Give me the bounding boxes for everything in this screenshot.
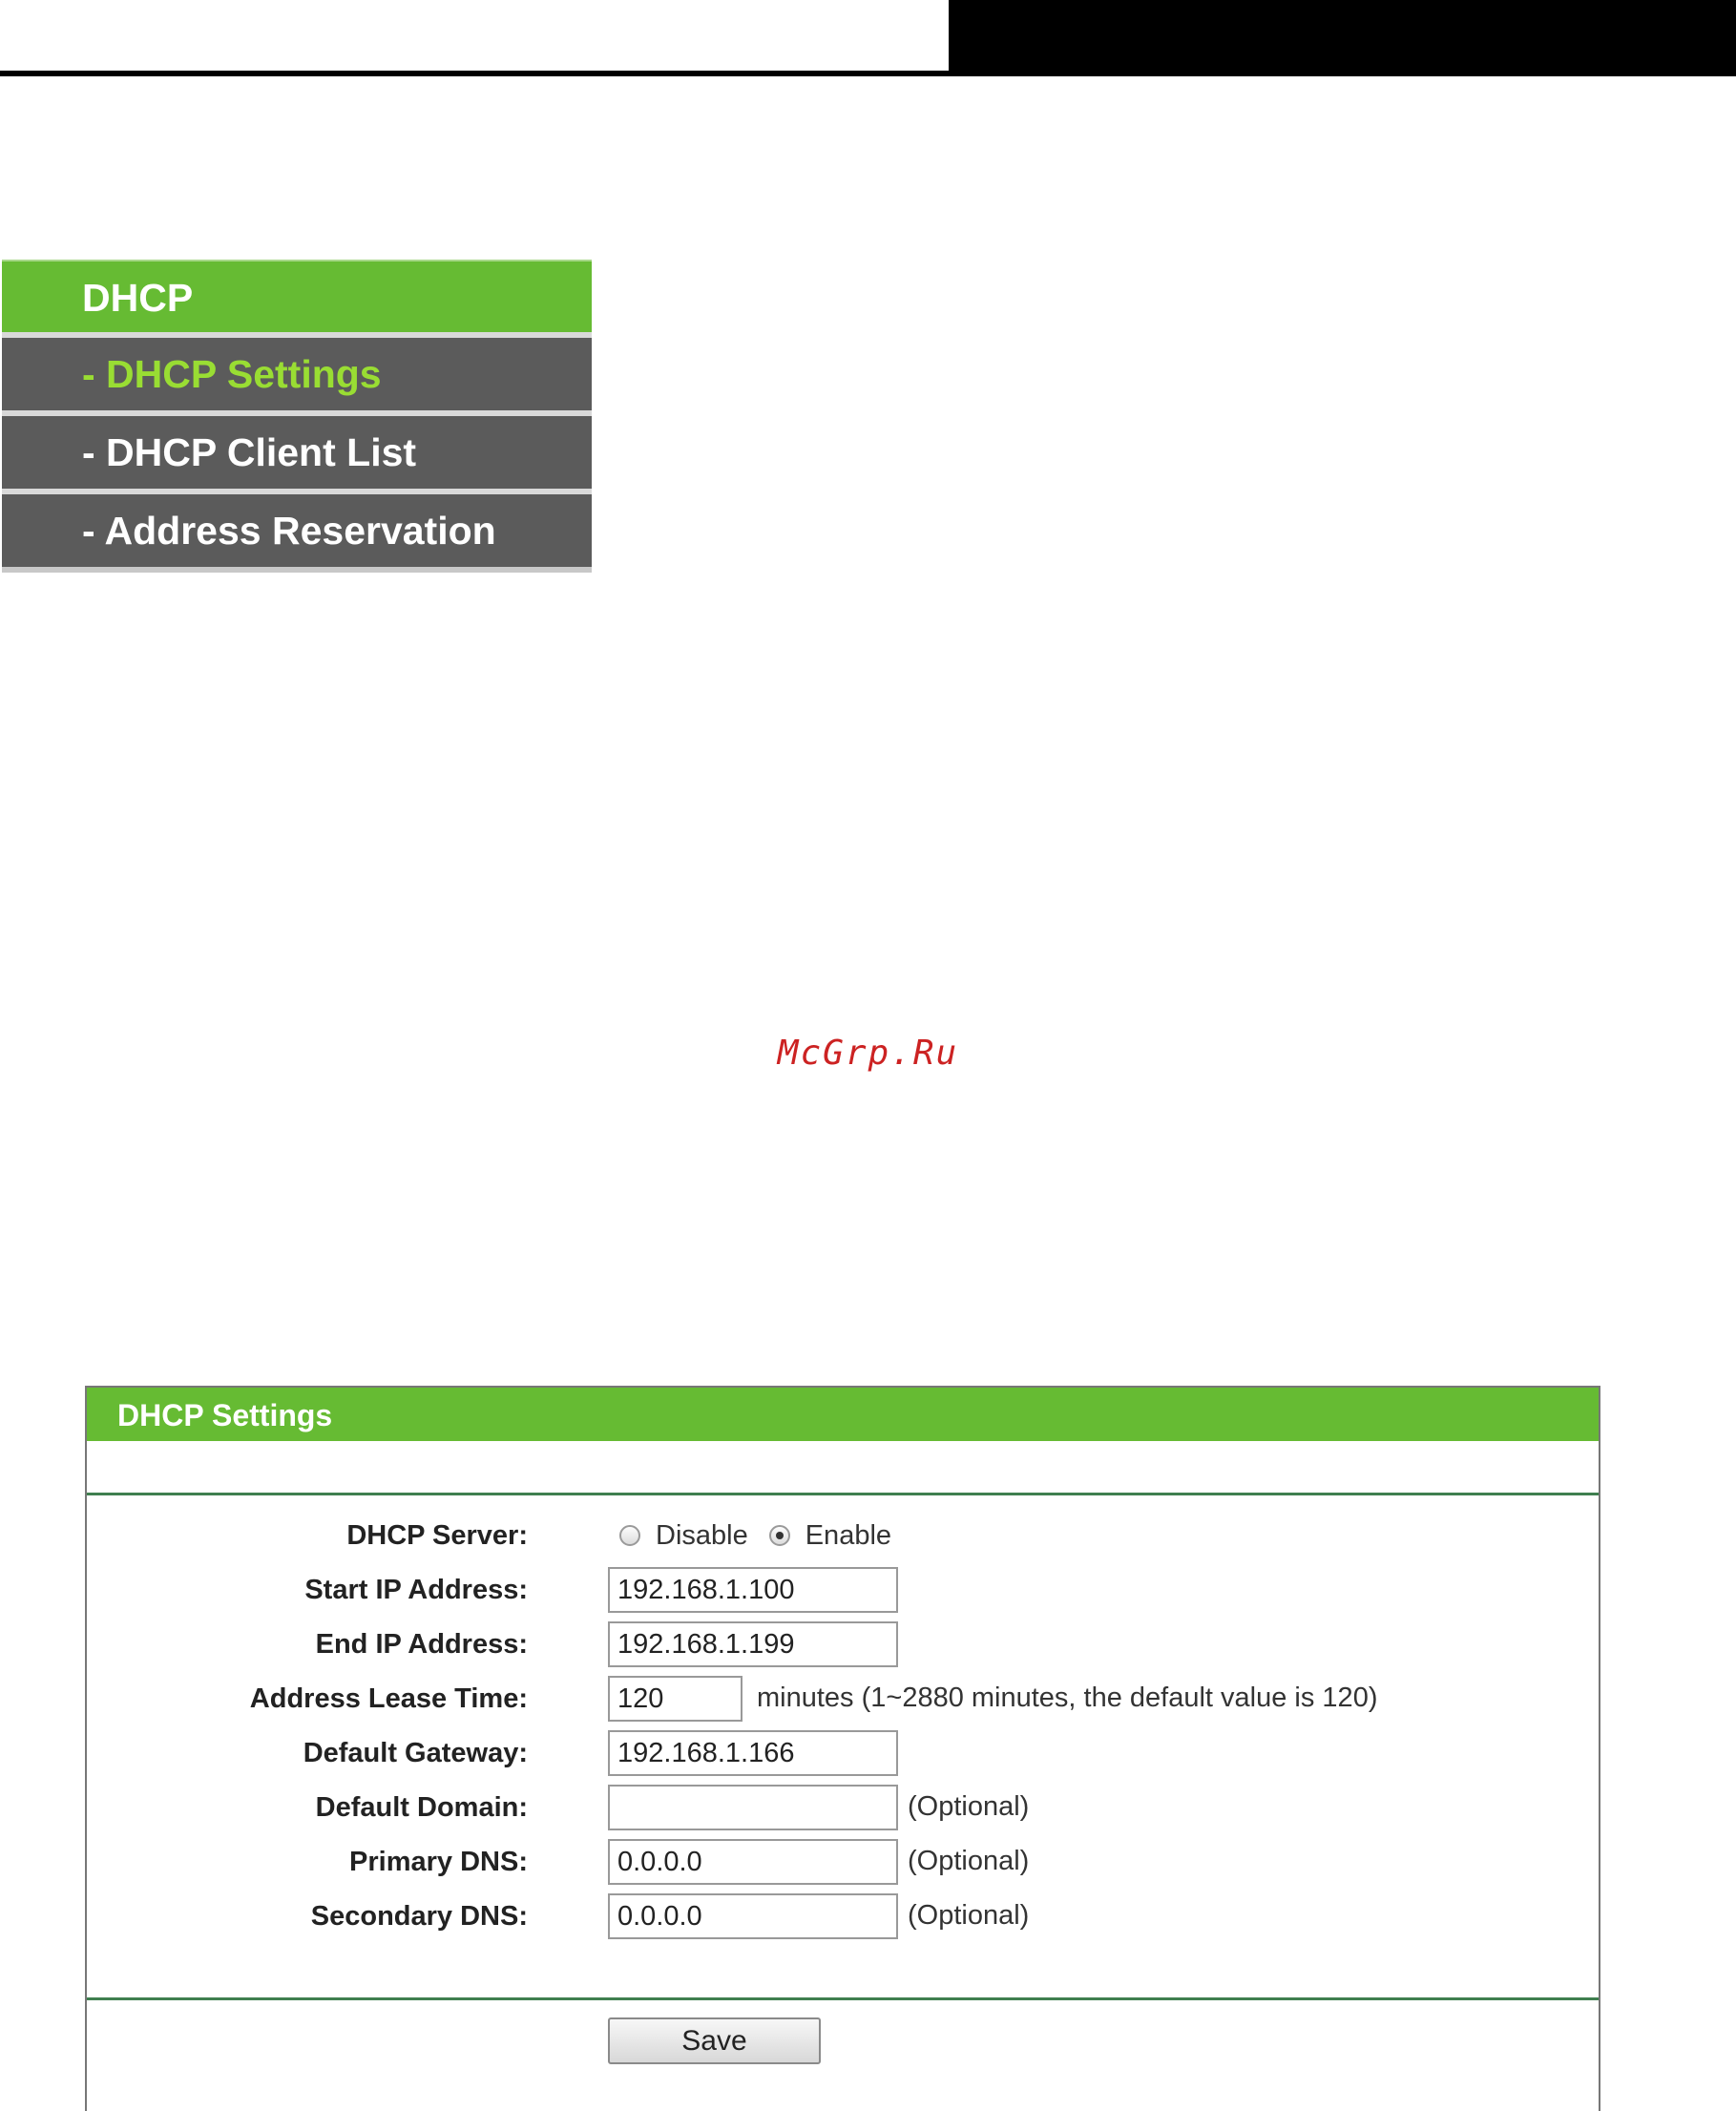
secondary-dns-row: Secondary DNS: (Optional) bbox=[87, 1892, 1599, 1940]
dhcp-settings-panel: DHCP Settings DHCP Server: Disable Enabl… bbox=[85, 1386, 1600, 2111]
panel-title: DHCP Settings bbox=[87, 1388, 1599, 1441]
menu-item-dhcp-client-list[interactable]: - DHCP Client List bbox=[2, 416, 592, 489]
panel-top-divider bbox=[87, 1493, 1599, 1495]
default-domain-optional-note: (Optional) bbox=[908, 1791, 1030, 1822]
enable-label: Enable bbox=[805, 1519, 892, 1551]
radio-unchecked-icon[interactable] bbox=[619, 1525, 640, 1546]
header-black-block bbox=[949, 0, 1736, 76]
default-gateway-label: Default Gateway: bbox=[303, 1738, 528, 1768]
default-domain-label: Default Domain: bbox=[315, 1792, 528, 1823]
dhcp-server-label: DHCP Server: bbox=[346, 1520, 528, 1551]
menu-bottom-border bbox=[2, 567, 592, 573]
secondary-dns-input[interactable] bbox=[608, 1893, 898, 1939]
end-ip-input[interactable] bbox=[608, 1621, 898, 1667]
menu-item-dhcp-settings[interactable]: - DHCP Settings bbox=[2, 338, 592, 410]
lease-time-note: minutes (1~2880 minutes, the default val… bbox=[757, 1683, 1378, 1713]
header-rule bbox=[0, 71, 1736, 76]
default-domain-row: Default Domain: (Optional) bbox=[87, 1784, 1599, 1831]
start-ip-label: Start IP Address: bbox=[304, 1575, 528, 1605]
end-ip-label: End IP Address: bbox=[315, 1629, 528, 1660]
dhcp-server-disable-radio[interactable]: Disable bbox=[619, 1520, 748, 1552]
dhcp-server-enable-radio[interactable]: Enable bbox=[768, 1519, 892, 1552]
dhcp-server-radio-group: Disable Enable bbox=[619, 1512, 912, 1559]
watermark: McGrp.Ru bbox=[777, 1034, 959, 1073]
dhcp-menu: DHCP - DHCP Settings - DHCP Client List … bbox=[2, 260, 592, 573]
default-domain-input[interactable] bbox=[608, 1785, 898, 1830]
lease-time-input[interactable] bbox=[608, 1676, 743, 1722]
lease-time-row: Address Lease Time: minutes (1~2880 minu… bbox=[87, 1675, 1599, 1723]
primary-dns-optional-note: (Optional) bbox=[908, 1846, 1030, 1876]
default-gateway-row: Default Gateway: bbox=[87, 1729, 1599, 1777]
start-ip-input[interactable] bbox=[608, 1567, 898, 1613]
menu-item-address-reservation[interactable]: - Address Reservation bbox=[2, 494, 592, 567]
menu-header-dhcp[interactable]: DHCP bbox=[2, 260, 592, 332]
default-gateway-input[interactable] bbox=[608, 1730, 898, 1776]
secondary-dns-optional-note: (Optional) bbox=[908, 1900, 1030, 1931]
secondary-dns-label: Secondary DNS: bbox=[310, 1901, 528, 1932]
start-ip-row: Start IP Address: bbox=[87, 1566, 1599, 1614]
disable-label: Disable bbox=[656, 1519, 748, 1551]
panel-bottom-divider bbox=[87, 1997, 1599, 2000]
primary-dns-row: Primary DNS: (Optional) bbox=[87, 1838, 1599, 1886]
lease-time-label: Address Lease Time: bbox=[249, 1683, 528, 1714]
primary-dns-input[interactable] bbox=[608, 1839, 898, 1885]
radio-checked-icon[interactable] bbox=[768, 1525, 790, 1546]
save-button[interactable]: Save bbox=[608, 2017, 821, 2064]
end-ip-row: End IP Address: bbox=[87, 1620, 1599, 1668]
primary-dns-label: Primary DNS: bbox=[349, 1847, 528, 1877]
dhcp-server-row: DHCP Server: Disable Enable bbox=[87, 1512, 1599, 1559]
